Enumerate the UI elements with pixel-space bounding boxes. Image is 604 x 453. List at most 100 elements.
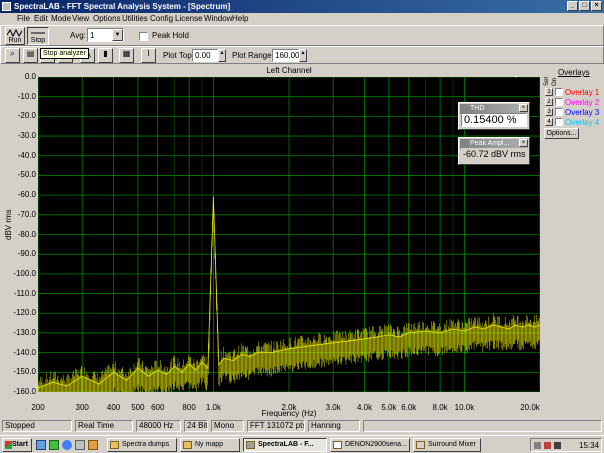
stop-icon [31, 32, 45, 34]
overlays-panel: Overlays Set On 1 Overlay 1 2 Overlay 2 … [544, 66, 604, 152]
data-point [113, 371, 115, 373]
document-icon [333, 441, 342, 449]
task-label: Spectra dumps [122, 441, 170, 448]
thd-title: THD [470, 105, 485, 112]
run-button[interactable]: Run [5, 27, 25, 45]
minimize-button[interactable]: _ [567, 1, 578, 11]
overlay-4-label: Overlay 4 [565, 118, 600, 127]
thd-window[interactable]: THD × 0.15400 % [458, 102, 530, 130]
system-tray: 15:34 [530, 438, 602, 452]
menu-view[interactable]: View [72, 14, 89, 23]
cursor-icon: I [147, 49, 150, 58]
task-spectra-dumps[interactable]: Spectra dumps [107, 438, 177, 452]
peak-hold-label: Peak Hold [152, 31, 189, 40]
tray-app-icon[interactable] [544, 442, 551, 449]
status-fft: FFT 131072 pts [247, 420, 305, 432]
on-label: On [552, 77, 558, 86]
taskbar: Start Spectra dumps Ny mapp SpectraLAB -… [0, 435, 604, 453]
plot-top-input[interactable]: 0.00 [192, 49, 218, 62]
plot-range-input[interactable]: 160.00 [272, 49, 299, 62]
grid-icon: ▦ [122, 49, 131, 58]
task-label: Surround Mixer [428, 441, 476, 448]
data-point [474, 326, 476, 328]
chevron-down-icon[interactable]: ▼ [112, 29, 123, 41]
menu-config[interactable]: Config [150, 14, 173, 23]
quicklaunch-browser-icon[interactable] [62, 440, 72, 450]
menu-license[interactable]: License [175, 14, 203, 23]
menu-mode[interactable]: Mode [51, 14, 71, 23]
data-point [398, 336, 400, 338]
data-point [500, 326, 502, 328]
quicklaunch-app-icon[interactable] [88, 440, 98, 450]
menu-edit[interactable]: Edit [34, 14, 48, 23]
overlay-1-checkbox[interactable] [555, 88, 563, 96]
thd-close-icon[interactable]: × [519, 104, 528, 112]
data-point [218, 363, 220, 365]
menu-help[interactable]: Help [232, 14, 248, 23]
menu-window[interactable]: Window [204, 14, 232, 23]
task-label: DENON2900sena... [345, 441, 407, 448]
status-state: Stopped [2, 420, 72, 432]
peak-value: -60.72 dBV rms [461, 148, 527, 162]
overlay-1-set-button[interactable]: 1 [545, 88, 553, 96]
y-tick-label: -120.0 [13, 308, 36, 318]
y-tick-label: -110.0 [13, 288, 36, 298]
menu-options[interactable]: Options [93, 14, 121, 23]
maximize-button[interactable]: □ [579, 1, 590, 11]
overlay-2-checkbox[interactable] [555, 98, 563, 106]
plot-range-spinner[interactable]: ▲ [299, 49, 307, 62]
start-label: Start [12, 441, 28, 448]
tray-speaker-icon[interactable] [554, 442, 561, 449]
bar-plot-button[interactable]: ▮ [98, 48, 113, 63]
menu-utilities[interactable]: Utilities [122, 14, 148, 23]
data-point [439, 332, 441, 334]
task-denon[interactable]: DENON2900sena... [330, 438, 410, 452]
title-bar: SpectraLAB - FFT Spectral Analysis Syste… [0, 0, 604, 13]
stop-label: Stop [30, 37, 46, 44]
waveform-icon [7, 29, 23, 37]
cursor-button[interactable]: I [141, 48, 156, 63]
menu-file[interactable]: File [17, 14, 30, 23]
overlay-3-set-button[interactable]: 3 [545, 108, 553, 116]
app-icon[interactable] [2, 2, 11, 11]
peak-hold-checkbox[interactable] [139, 32, 148, 41]
task-spectralab[interactable]: SpectraLAB - F... [243, 438, 327, 452]
grid-button[interactable]: ▦ [119, 48, 134, 63]
plot-range-label: Plot Range: [232, 51, 274, 60]
bar-chart-icon: ▮ [103, 49, 108, 58]
plot-top-spinner[interactable]: ▲ [218, 49, 226, 62]
overlay-2-set-button[interactable]: 2 [545, 98, 553, 106]
quicklaunch-explorer-icon[interactable] [36, 440, 46, 450]
avg-select[interactable]: 1 ▼ [87, 28, 124, 42]
task-surround-mixer[interactable]: Surround Mixer [413, 438, 481, 452]
quicklaunch-desktop-icon[interactable] [75, 440, 85, 450]
quicklaunch-media-icon[interactable] [49, 440, 59, 450]
tray-network-icon[interactable] [534, 442, 541, 449]
zoom-button[interactable]: ⌕ [5, 48, 20, 63]
data-point [207, 367, 209, 369]
data-point [125, 379, 127, 381]
overlay-3-checkbox[interactable] [555, 108, 563, 116]
overlay-options-button[interactable]: Options... [544, 128, 579, 139]
avg-label: Avg: [70, 31, 86, 40]
peak-title: Peak Ampl... [470, 140, 510, 147]
task-label: SpectraLAB - F... [258, 441, 314, 448]
data-point [527, 324, 530, 326]
task-ny-mapp[interactable]: Ny mapp [180, 438, 240, 452]
data-point [241, 354, 243, 356]
overlay-4-checkbox[interactable] [555, 118, 563, 126]
tooltip: Stop analyzer [40, 48, 89, 59]
stop-button[interactable]: Stop [27, 27, 49, 45]
y-tick-label: 0.0 [24, 72, 36, 81]
peak-close-icon[interactable]: × [519, 139, 528, 147]
data-point [195, 369, 197, 371]
close-button[interactable]: × [591, 1, 602, 11]
overlay-4-set-button[interactable]: 4 [545, 118, 553, 126]
scale-button[interactable]: ▤ [23, 48, 38, 63]
data-point [98, 383, 100, 385]
overlay-1-label: Overlay 1 [565, 88, 600, 97]
data-point [66, 385, 68, 387]
data-point [188, 363, 190, 365]
peak-amplitude-window[interactable]: Peak Ampl... × -60.72 dBV rms [458, 137, 530, 165]
start-button[interactable]: Start [2, 438, 32, 452]
